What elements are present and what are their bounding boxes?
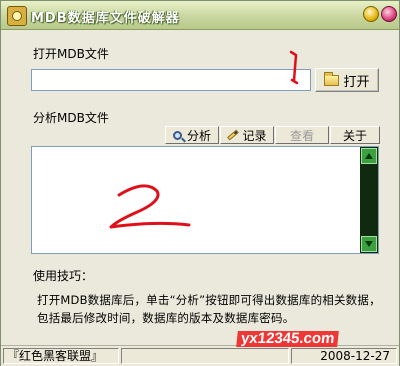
close-button[interactable] xyxy=(381,6,397,22)
about-button-label: 关于 xyxy=(342,128,367,143)
folder-icon xyxy=(324,71,340,86)
window-title: MDB数据库文件破解器 xyxy=(31,11,180,26)
title-bar[interactable]: MDB数据库文件破解器 xyxy=(1,1,399,30)
tips-text: 打开MDB数据库后，单击“分析”按钮即可得出数据库的相关数据，包括最后修改时间，… xyxy=(37,293,381,325)
view-button-label: 查看 xyxy=(289,128,314,143)
analyze-button-label: 分析 xyxy=(186,128,211,143)
open-button-label: 打开 xyxy=(343,74,370,90)
mdb-path-input[interactable] xyxy=(31,69,311,91)
status-empty-cell xyxy=(121,348,289,364)
minimize-button[interactable] xyxy=(363,6,379,22)
app-window: MDB数据库文件破解器 打开MDB文件 打开 分析MDB文件 分析 记录 查看 … xyxy=(0,0,400,366)
view-button[interactable]: 查看 xyxy=(275,126,329,144)
analysis-result-area[interactable] xyxy=(31,146,379,254)
about-button[interactable]: 关于 xyxy=(330,126,380,144)
status-credit: 『红色黑客联盟』 xyxy=(3,348,119,364)
result-scrollbar[interactable] xyxy=(360,147,378,253)
analyze-button[interactable]: 分析 xyxy=(165,126,219,144)
open-button[interactable]: 打开 xyxy=(315,68,379,92)
open-mdb-label: 打开MDB文件 xyxy=(33,47,109,61)
record-button-label: 记录 xyxy=(242,128,267,143)
record-button[interactable]: 记录 xyxy=(220,126,274,144)
analyze-mdb-label: 分析MDB文件 xyxy=(33,111,109,125)
magnifier-icon xyxy=(172,130,182,140)
pencil-icon xyxy=(227,129,240,141)
status-date: 2008-12-27 xyxy=(291,348,397,364)
tips-heading: 使用技巧： xyxy=(33,269,94,283)
analysis-result-text xyxy=(32,147,378,155)
status-bar: 『红色黑客联盟』 2008-12-27 xyxy=(1,345,399,366)
scroll-down-button[interactable] xyxy=(361,236,377,252)
app-icon xyxy=(7,6,27,26)
site-watermark: yx12345.com xyxy=(236,330,340,347)
scroll-up-button[interactable] xyxy=(361,148,377,164)
